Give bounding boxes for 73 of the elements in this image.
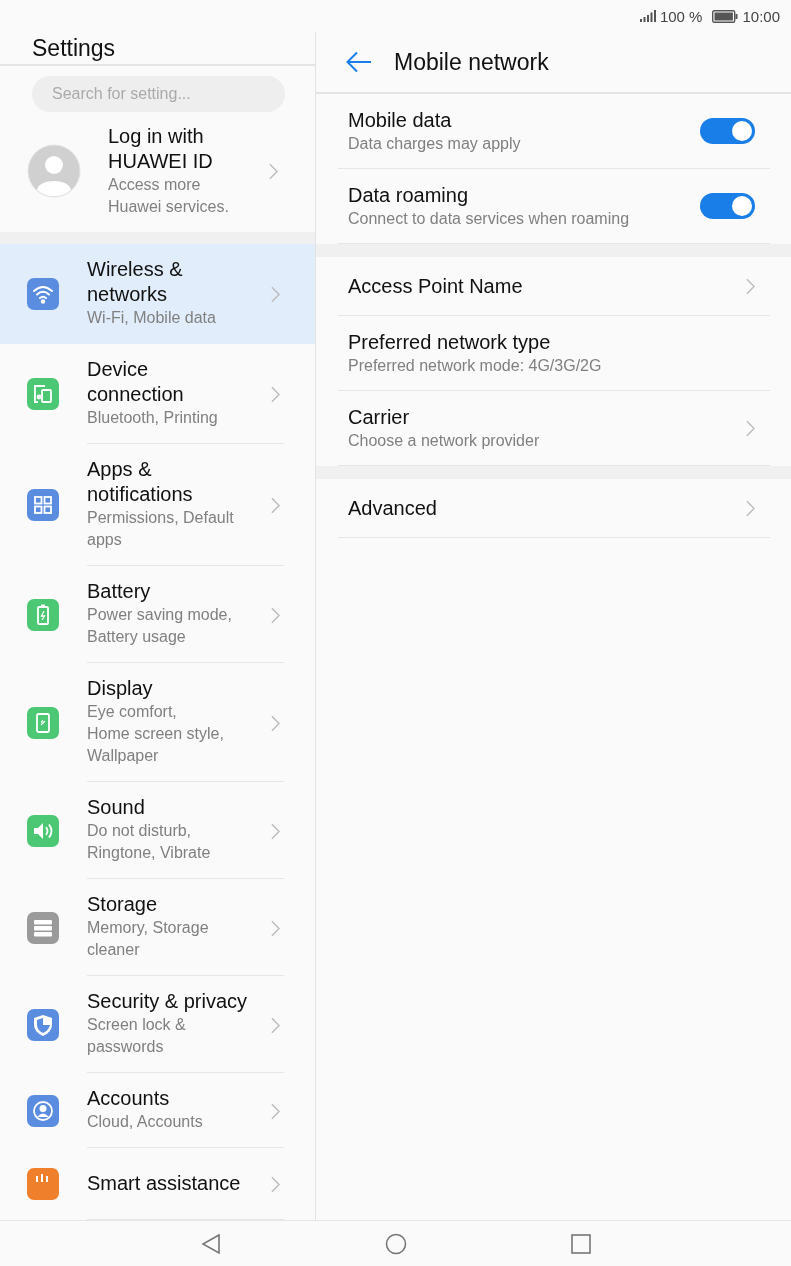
item-subtitle: Bluetooth, Printing bbox=[87, 408, 219, 428]
chevron-icon bbox=[271, 822, 280, 840]
settings-item[interactable]: Wireless & networks Wi-Fi, Mobile data bbox=[0, 244, 315, 344]
item-title: Device connection bbox=[87, 357, 185, 407]
item-title: Smart assistance bbox=[87, 1170, 242, 1196]
chevron-icon bbox=[271, 919, 280, 937]
profile-subtitle: Access more Huawei services. bbox=[108, 175, 230, 217]
settings-item[interactable]: Accounts Cloud, Accounts bbox=[0, 1073, 315, 1148]
setting-title: Mobile data bbox=[348, 108, 453, 133]
item-title: Storage bbox=[87, 892, 159, 917]
setting-title: Advanced bbox=[348, 496, 438, 521]
chevron-icon bbox=[269, 162, 278, 180]
settings-item[interactable]: Sound Do not disturb, Ringtone, Vibrate bbox=[0, 782, 315, 879]
item-title: Security & privacy bbox=[87, 989, 248, 1014]
setting-title: Preferred network type bbox=[348, 330, 552, 355]
setting-subtitle: Preferred network mode: 4G/3G/2G bbox=[348, 356, 603, 376]
settings-item[interactable]: Display Eye comfort, Home screen style, Wallpaper bbox=[0, 663, 315, 782]
sidebar-title: Settings bbox=[32, 34, 116, 62]
setting-subtitle: Connect to data services when roaming bbox=[348, 209, 631, 229]
toggle-switch[interactable] bbox=[700, 193, 755, 219]
item-subtitle: Do not disturb, Ringtone, Vibrate bbox=[87, 821, 212, 863]
settings-item[interactable]: Device connection Bluetooth, Printing bbox=[0, 344, 315, 444]
item-subtitle: Permissions, Default apps bbox=[87, 508, 235, 550]
signal-icon bbox=[639, 10, 656, 22]
chevron-icon bbox=[271, 1176, 280, 1193]
chevron-icon bbox=[271, 1102, 280, 1120]
item-subtitle: Wi-Fi, Mobile data bbox=[87, 308, 217, 328]
item-title: Accounts bbox=[87, 1086, 171, 1111]
battery-percent: 100 % bbox=[659, 7, 703, 25]
page-title: Mobile network bbox=[394, 48, 549, 76]
item-title: Wireless & networks bbox=[87, 257, 184, 307]
item-title: Apps & notifications bbox=[87, 457, 194, 507]
home-icon[interactable] bbox=[384, 1232, 407, 1255]
item-subtitle: Memory, Storage cleaner bbox=[87, 918, 210, 960]
avatar-icon bbox=[27, 144, 81, 198]
chevron-icon bbox=[746, 419, 755, 437]
settings-item[interactable]: Battery Power saving mode, Battery usage bbox=[0, 566, 315, 663]
item-subtitle: Eye comfort, Home screen style, Wallpaper bbox=[87, 702, 225, 766]
item-title: Battery bbox=[87, 579, 152, 604]
settings-item[interactable]: Storage Memory, Storage cleaner bbox=[0, 879, 315, 976]
item-subtitle: Power saving mode, Battery usage bbox=[87, 605, 233, 647]
chevron-icon bbox=[746, 499, 755, 517]
settings-item[interactable]: Apps & notifications Permissions, Default apps bbox=[0, 444, 315, 566]
toggle-switch[interactable] bbox=[700, 118, 755, 144]
profile-title: Log in with HUAWEI ID bbox=[108, 124, 214, 174]
back-icon[interactable] bbox=[199, 1232, 222, 1255]
setting-row[interactable]: Mobile data Data charges may apply bbox=[338, 94, 770, 169]
item-title: Display bbox=[87, 676, 154, 701]
clock: 10:00 bbox=[742, 7, 780, 25]
item-subtitle: Cloud, Accounts bbox=[87, 1112, 204, 1132]
recents-icon[interactable] bbox=[569, 1232, 592, 1255]
chevron-icon bbox=[271, 386, 280, 403]
settings-item[interactable]: Security & privacy Screen lock & passwords bbox=[0, 976, 315, 1073]
setting-row[interactable]: Preferred network type Preferred network mode: 4G/3G/2G bbox=[338, 316, 770, 391]
setting-subtitle: Data charges may apply bbox=[348, 134, 522, 154]
chevron-icon bbox=[271, 1016, 280, 1034]
chevron-icon bbox=[271, 714, 280, 732]
setting-title: Data roaming bbox=[348, 183, 470, 208]
battery-icon bbox=[712, 9, 739, 23]
chevron-icon bbox=[271, 497, 280, 514]
chevron-icon bbox=[271, 286, 280, 303]
chevron-icon bbox=[746, 277, 755, 295]
back-arrow-icon[interactable] bbox=[346, 51, 372, 73]
chevron-icon bbox=[271, 606, 280, 624]
item-title: Sound bbox=[87, 795, 146, 820]
setting-row[interactable]: Advanced bbox=[338, 479, 770, 538]
item-subtitle: Screen lock & passwords bbox=[87, 1015, 187, 1057]
setting-subtitle: Choose a network provider bbox=[348, 431, 541, 451]
search-field[interactable]: Search for setting... bbox=[32, 76, 285, 112]
setting-row[interactable]: Access Point Name bbox=[338, 257, 770, 316]
setting-title: Carrier bbox=[348, 405, 411, 430]
profile-item[interactable]: Log in with HUAWEI ID Access more Huawei services. bbox=[0, 112, 315, 232]
setting-title: Access Point Name bbox=[348, 274, 524, 299]
